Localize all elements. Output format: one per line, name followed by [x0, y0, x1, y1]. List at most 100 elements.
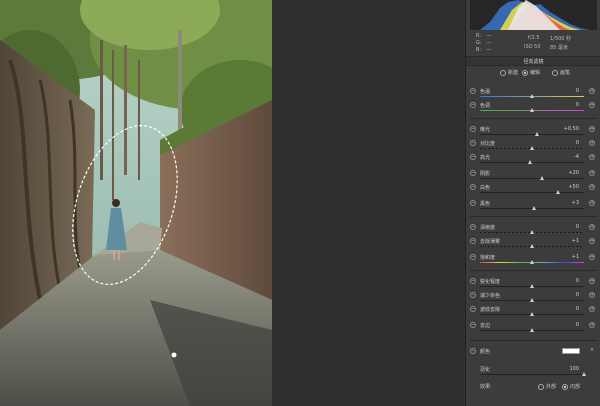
plus-icon[interactable]: + — [589, 200, 595, 206]
highlights-value[interactable]: -4 — [574, 154, 579, 160]
exposure-thumb[interactable] — [535, 132, 540, 136]
effect-outside-label: 外部 — [546, 384, 557, 390]
canvas-background — [272, 0, 465, 406]
minus-icon[interactable]: − — [470, 102, 476, 108]
tint-thumb[interactable] — [530, 108, 534, 112]
minus-icon[interactable]: − — [470, 254, 476, 260]
plus-icon[interactable]: + — [589, 140, 595, 146]
blacks-thumb[interactable] — [532, 206, 537, 210]
mode-new-label: 新建 — [508, 70, 519, 76]
minus-icon[interactable]: − — [470, 154, 476, 160]
slider-sharpness: − 锐化程度 0 + — [466, 278, 600, 292]
moire-value[interactable]: 0 — [576, 306, 579, 312]
saturation-value[interactable]: +1 — [572, 254, 579, 260]
plus-icon[interactable]: + — [589, 224, 595, 230]
feather-track[interactable] — [480, 374, 584, 375]
effect-inside[interactable]: 内部 — [562, 383, 580, 390]
exposure-track[interactable] — [480, 134, 584, 135]
plus-icon[interactable]: + — [589, 322, 595, 328]
g-value: --- — [486, 40, 492, 46]
plus-icon[interactable]: + — [589, 238, 595, 244]
plus-icon[interactable]: + — [589, 292, 595, 298]
mode-edit[interactable]: 编辑 — [522, 69, 540, 76]
plus-icon[interactable]: + — [589, 184, 595, 190]
minus-icon[interactable]: − — [470, 140, 476, 146]
highlights-thumb[interactable] — [527, 160, 532, 164]
minus-icon[interactable]: − — [470, 322, 476, 328]
develop-panel: R: --- G: --- B: --- f/2.5 1/500 秒 ISO 5… — [465, 0, 600, 406]
temp-thumb[interactable] — [530, 94, 534, 98]
section-divider — [470, 270, 597, 271]
minus-icon[interactable]: − — [470, 238, 476, 244]
g-label: G: — [476, 40, 482, 46]
minus-icon[interactable]: − — [470, 170, 476, 176]
defringe-value[interactable]: 0 — [576, 322, 579, 328]
color-swatch[interactable] — [562, 348, 580, 354]
histogram[interactable] — [470, 0, 597, 30]
minus-icon[interactable]: − — [470, 224, 476, 230]
slider-tint: − 色调 0 + — [466, 102, 600, 116]
feather-thumb[interactable] — [582, 372, 586, 376]
whites-track[interactable] — [480, 192, 584, 193]
sharpness-thumb[interactable] — [530, 284, 534, 288]
slider-shadows: − 阴影 +20 + — [466, 170, 600, 184]
slider-clarity: − 清晰度 0 + — [466, 224, 600, 238]
minus-icon[interactable]: − — [470, 88, 476, 94]
iso: ISO 50 — [524, 44, 541, 50]
slider-exposure: − 曝光 +0.50 + — [466, 126, 600, 140]
effect-outside[interactable]: 外部 — [538, 383, 556, 390]
highlights-label: 高光 — [480, 155, 491, 161]
minus-icon[interactable]: − — [470, 126, 476, 132]
plus-icon[interactable]: + — [589, 126, 595, 132]
whites-thumb[interactable] — [556, 190, 560, 194]
mode-new[interactable]: 新建 — [500, 69, 518, 76]
plus-icon[interactable]: + — [589, 154, 595, 160]
slider-blacks: − 黑色 +3 + — [466, 200, 600, 214]
shadows-value[interactable]: +20 — [568, 170, 579, 176]
plus-icon[interactable]: + — [589, 254, 595, 260]
noise-value[interactable]: 0 — [576, 292, 579, 298]
plus-icon[interactable]: + — [589, 306, 595, 312]
b-value: --- — [486, 47, 492, 53]
shadows-thumb[interactable] — [540, 176, 545, 180]
minus-icon[interactable]: − — [470, 184, 476, 190]
plus-icon[interactable]: + — [589, 102, 595, 108]
mode-selector: 新建 编辑 画笔 — [466, 68, 600, 78]
highlights-track[interactable] — [480, 162, 584, 163]
tint-value[interactable]: 0 — [576, 102, 579, 108]
slider-moire: − 波纹去除 0 + — [466, 306, 600, 320]
plus-icon[interactable]: + — [589, 88, 595, 94]
minus-icon[interactable]: − — [470, 200, 476, 206]
clarity-thumb[interactable] — [530, 230, 534, 234]
plus-icon[interactable]: + — [589, 278, 595, 284]
feather-row: 羽化 100 — [466, 366, 600, 380]
temp-value[interactable]: 0 — [576, 88, 579, 94]
dehaze-thumb[interactable] — [530, 244, 534, 248]
minus-icon[interactable]: − — [470, 278, 476, 284]
section-divider — [470, 118, 597, 119]
clarity-value[interactable]: 0 — [576, 224, 579, 230]
photo-canvas[interactable] — [0, 0, 272, 406]
minus-icon[interactable]: − — [470, 306, 476, 312]
defringe-thumb[interactable] — [530, 328, 534, 332]
slider-noise: − 减少杂色 0 + — [466, 292, 600, 306]
plus-icon[interactable]: + — [589, 170, 595, 176]
blacks-value[interactable]: +3 — [572, 200, 579, 206]
saturation-thumb[interactable] — [530, 260, 534, 264]
dehaze-value[interactable]: +1 — [572, 238, 579, 244]
exposure-value[interactable]: +0.50 — [564, 126, 579, 132]
moire-label: 波纹去除 — [480, 307, 501, 313]
whites-value[interactable]: +50 — [568, 184, 579, 190]
moire-thumb[interactable] — [530, 312, 534, 316]
noise-thumb[interactable] — [530, 298, 534, 302]
slider-highlights: − 高光 -4 + — [466, 154, 600, 168]
contrast-value[interactable]: 0 — [576, 140, 579, 146]
effect-label: 效果: — [480, 384, 492, 390]
minus-icon[interactable]: − — [470, 348, 476, 354]
close-icon[interactable]: × — [589, 348, 595, 354]
minus-icon[interactable]: − — [470, 292, 476, 298]
mode-brush[interactable]: 画笔 — [552, 69, 570, 76]
shadows-track[interactable] — [480, 178, 584, 179]
sharpness-value[interactable]: 0 — [576, 278, 579, 284]
contrast-thumb[interactable] — [530, 146, 534, 150]
